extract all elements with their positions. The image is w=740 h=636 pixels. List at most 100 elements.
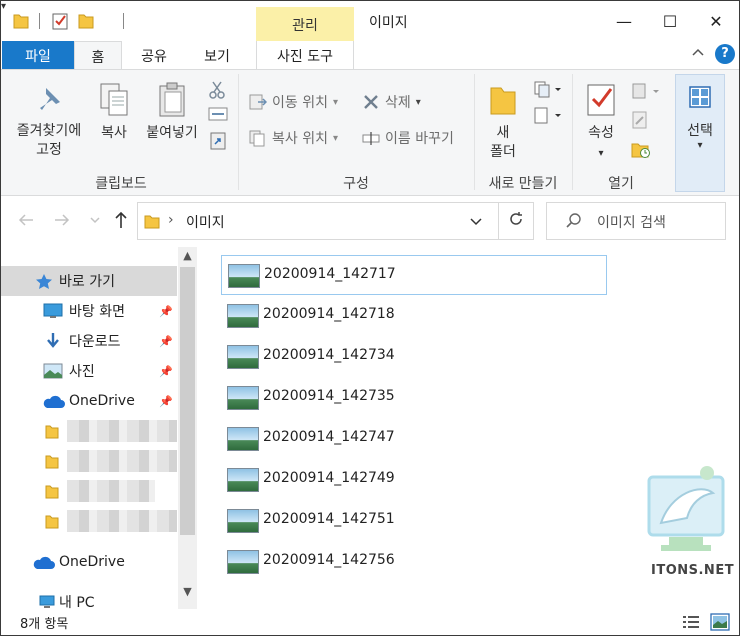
nav-item-onedrive-pinned[interactable]: OneDrive 📌 [1,386,177,416]
ribbon: 즐겨찾기에 고정 복사 붙여넣기 클립보드 이동 위치 ▾ 복사 위치 ▾ 삭제… [1,69,739,196]
breadcrumb-current[interactable]: 이미지 [186,212,225,232]
properties-check-icon[interactable] [52,12,68,30]
recent-locations-chevron-icon[interactable] [89,215,101,225]
up-arrow-icon[interactable] [113,210,129,230]
tab-file[interactable]: 파일 [2,41,74,69]
breadcrumb-chevron-icon[interactable]: › [168,212,174,228]
cut-icon[interactable] [208,80,226,100]
new-folder-icon[interactable] [78,12,94,30]
new-folder-icon [490,87,516,115]
paste-button[interactable]: 붙여넣기 [141,82,203,143]
file-item[interactable]: 20200914_142735 [221,378,607,418]
properties-button[interactable]: 속성 ▾ [579,82,623,163]
details-view-icon[interactable] [682,614,700,630]
file-item[interactable]: 20200914_142751 [221,501,607,541]
nav-item-desktop[interactable]: 바탕 화면 📌 [1,296,177,326]
nav-item-pictures[interactable]: 사진 📌 [1,356,177,386]
nav-item-downloads[interactable]: 다운로드 📌 [1,326,177,356]
scrollbar-thumb[interactable] [180,267,195,535]
large-icons-view-icon[interactable] [710,613,730,631]
new-folder-button[interactable]: 새 폴더 [481,82,525,162]
move-to-button[interactable]: 이동 위치 ▾ [249,92,338,112]
nav-item-onedrive[interactable]: OneDrive [1,547,177,577]
pin-to-quick-access-button[interactable]: 즐겨찾기에 고정 [9,84,89,160]
folder-icon [45,455,59,469]
tab-home[interactable]: 홈 [74,41,122,70]
nav-item-blurred-folder[interactable] [1,506,177,536]
image-file-icon [227,345,259,369]
copy-to-button[interactable]: 복사 위치 ▾ [249,128,338,148]
blurred-folder-name [67,480,155,502]
quick-access-separator [39,13,40,29]
star-icon [36,274,52,289]
file-item[interactable]: 20200914_142718 [221,296,607,336]
forward-arrow-icon[interactable] [53,212,71,228]
minimize-button[interactable]: — [601,1,647,41]
file-name: 20200914_142756 [263,552,395,568]
nav-label-quick-access: 바로 가기 [59,274,115,290]
nav-item-blurred-folder[interactable] [1,476,177,506]
select-button[interactable]: 선택 ▾ [675,74,725,192]
pictures-icon [43,363,63,379]
new-item-icon[interactable] [533,80,563,98]
history-icon[interactable] [631,140,651,160]
open-group-label: 열기 [608,176,634,192]
nav-pane-scrollbar[interactable]: ▲ ▼ [178,247,197,609]
collapse-ribbon-icon[interactable] [691,45,705,59]
tab-share[interactable]: 공유 [129,41,179,69]
image-file-icon [227,304,259,328]
tab-view[interactable]: 보기 [187,41,247,69]
nav-label-desktop: 바탕 화면 [69,304,125,320]
delete-button[interactable]: 삭제 ▾ [362,92,421,112]
help-icon[interactable]: ? [715,44,735,64]
scroll-up-arrow-icon[interactable]: ▲ [178,249,197,262]
close-button[interactable]: ✕ [693,1,739,41]
title-bar: ▾ 관리 이미지 — ☐ ✕ [1,1,739,41]
select-grid-icon [689,86,711,108]
refresh-button[interactable] [498,202,534,240]
copy-path-icon[interactable] [208,106,228,122]
nav-item-blurred-folder[interactable] [1,446,177,476]
open-icon[interactable] [631,82,663,100]
pin-icon [40,88,60,110]
file-item[interactable]: 20200914_142747 [221,419,607,459]
delete-x-icon [364,95,378,109]
quick-access-separator [123,13,124,29]
copy-label: 복사 [101,125,127,141]
folder-icon [45,515,59,529]
clipboard-group-label: 클립보드 [95,176,147,192]
new-folder-label-line1: 새 [496,125,510,141]
nav-item-this-pc[interactable]: 내 PC [1,587,177,609]
properties-dropdown-icon: ▾ [598,148,604,159]
folder-icon[interactable] [13,12,29,30]
search-input[interactable]: 이미지 검색 [597,212,666,232]
file-item[interactable]: 20200914_142734 [221,337,607,377]
file-item[interactable]: 20200914_142756 [221,542,607,582]
file-name: 20200914_142718 [263,306,395,322]
nav-item-quick-access[interactable]: 바로 가기 [1,266,177,296]
nav-label-onedrive: OneDrive [59,554,125,570]
explorer-window: ▾ 관리 이미지 — ☐ ✕ 파일 홈 공유 보기 사진 도구 ? 즐겨찾기에 … [0,0,740,636]
nav-label-pictures: 사진 [69,364,95,380]
file-item[interactable]: 20200914_142749 [221,460,607,500]
properties-check-icon [587,84,615,116]
nav-item-blurred-folder[interactable] [1,416,177,446]
paste-shortcut-icon[interactable] [209,130,227,150]
address-bar[interactable]: › 이미지 [137,202,499,240]
copy-button[interactable]: 복사 [93,82,135,143]
edit-icon[interactable] [631,110,649,130]
address-dropdown-icon[interactable] [469,212,483,230]
rename-button[interactable]: 이름 바꾸기 [362,128,454,148]
maximize-button[interactable]: ☐ [647,1,693,41]
folder-icon [144,215,160,229]
file-item[interactable]: 20200914_142717 [221,255,607,295]
manage-context-tab[interactable]: 관리 [256,7,354,41]
scroll-down-arrow-icon[interactable]: ▼ [178,585,197,598]
ribbon-tab-row: 파일 홈 공유 보기 사진 도구 ? [1,41,739,70]
back-arrow-icon[interactable] [17,212,35,228]
easy-access-icon[interactable] [533,106,563,126]
item-count: 8개 항목 [20,617,69,632]
search-box[interactable]: 이미지 검색 [546,202,726,240]
tab-picture-tools[interactable]: 사진 도구 [256,41,354,69]
status-bar: 8개 항목 [1,609,739,635]
